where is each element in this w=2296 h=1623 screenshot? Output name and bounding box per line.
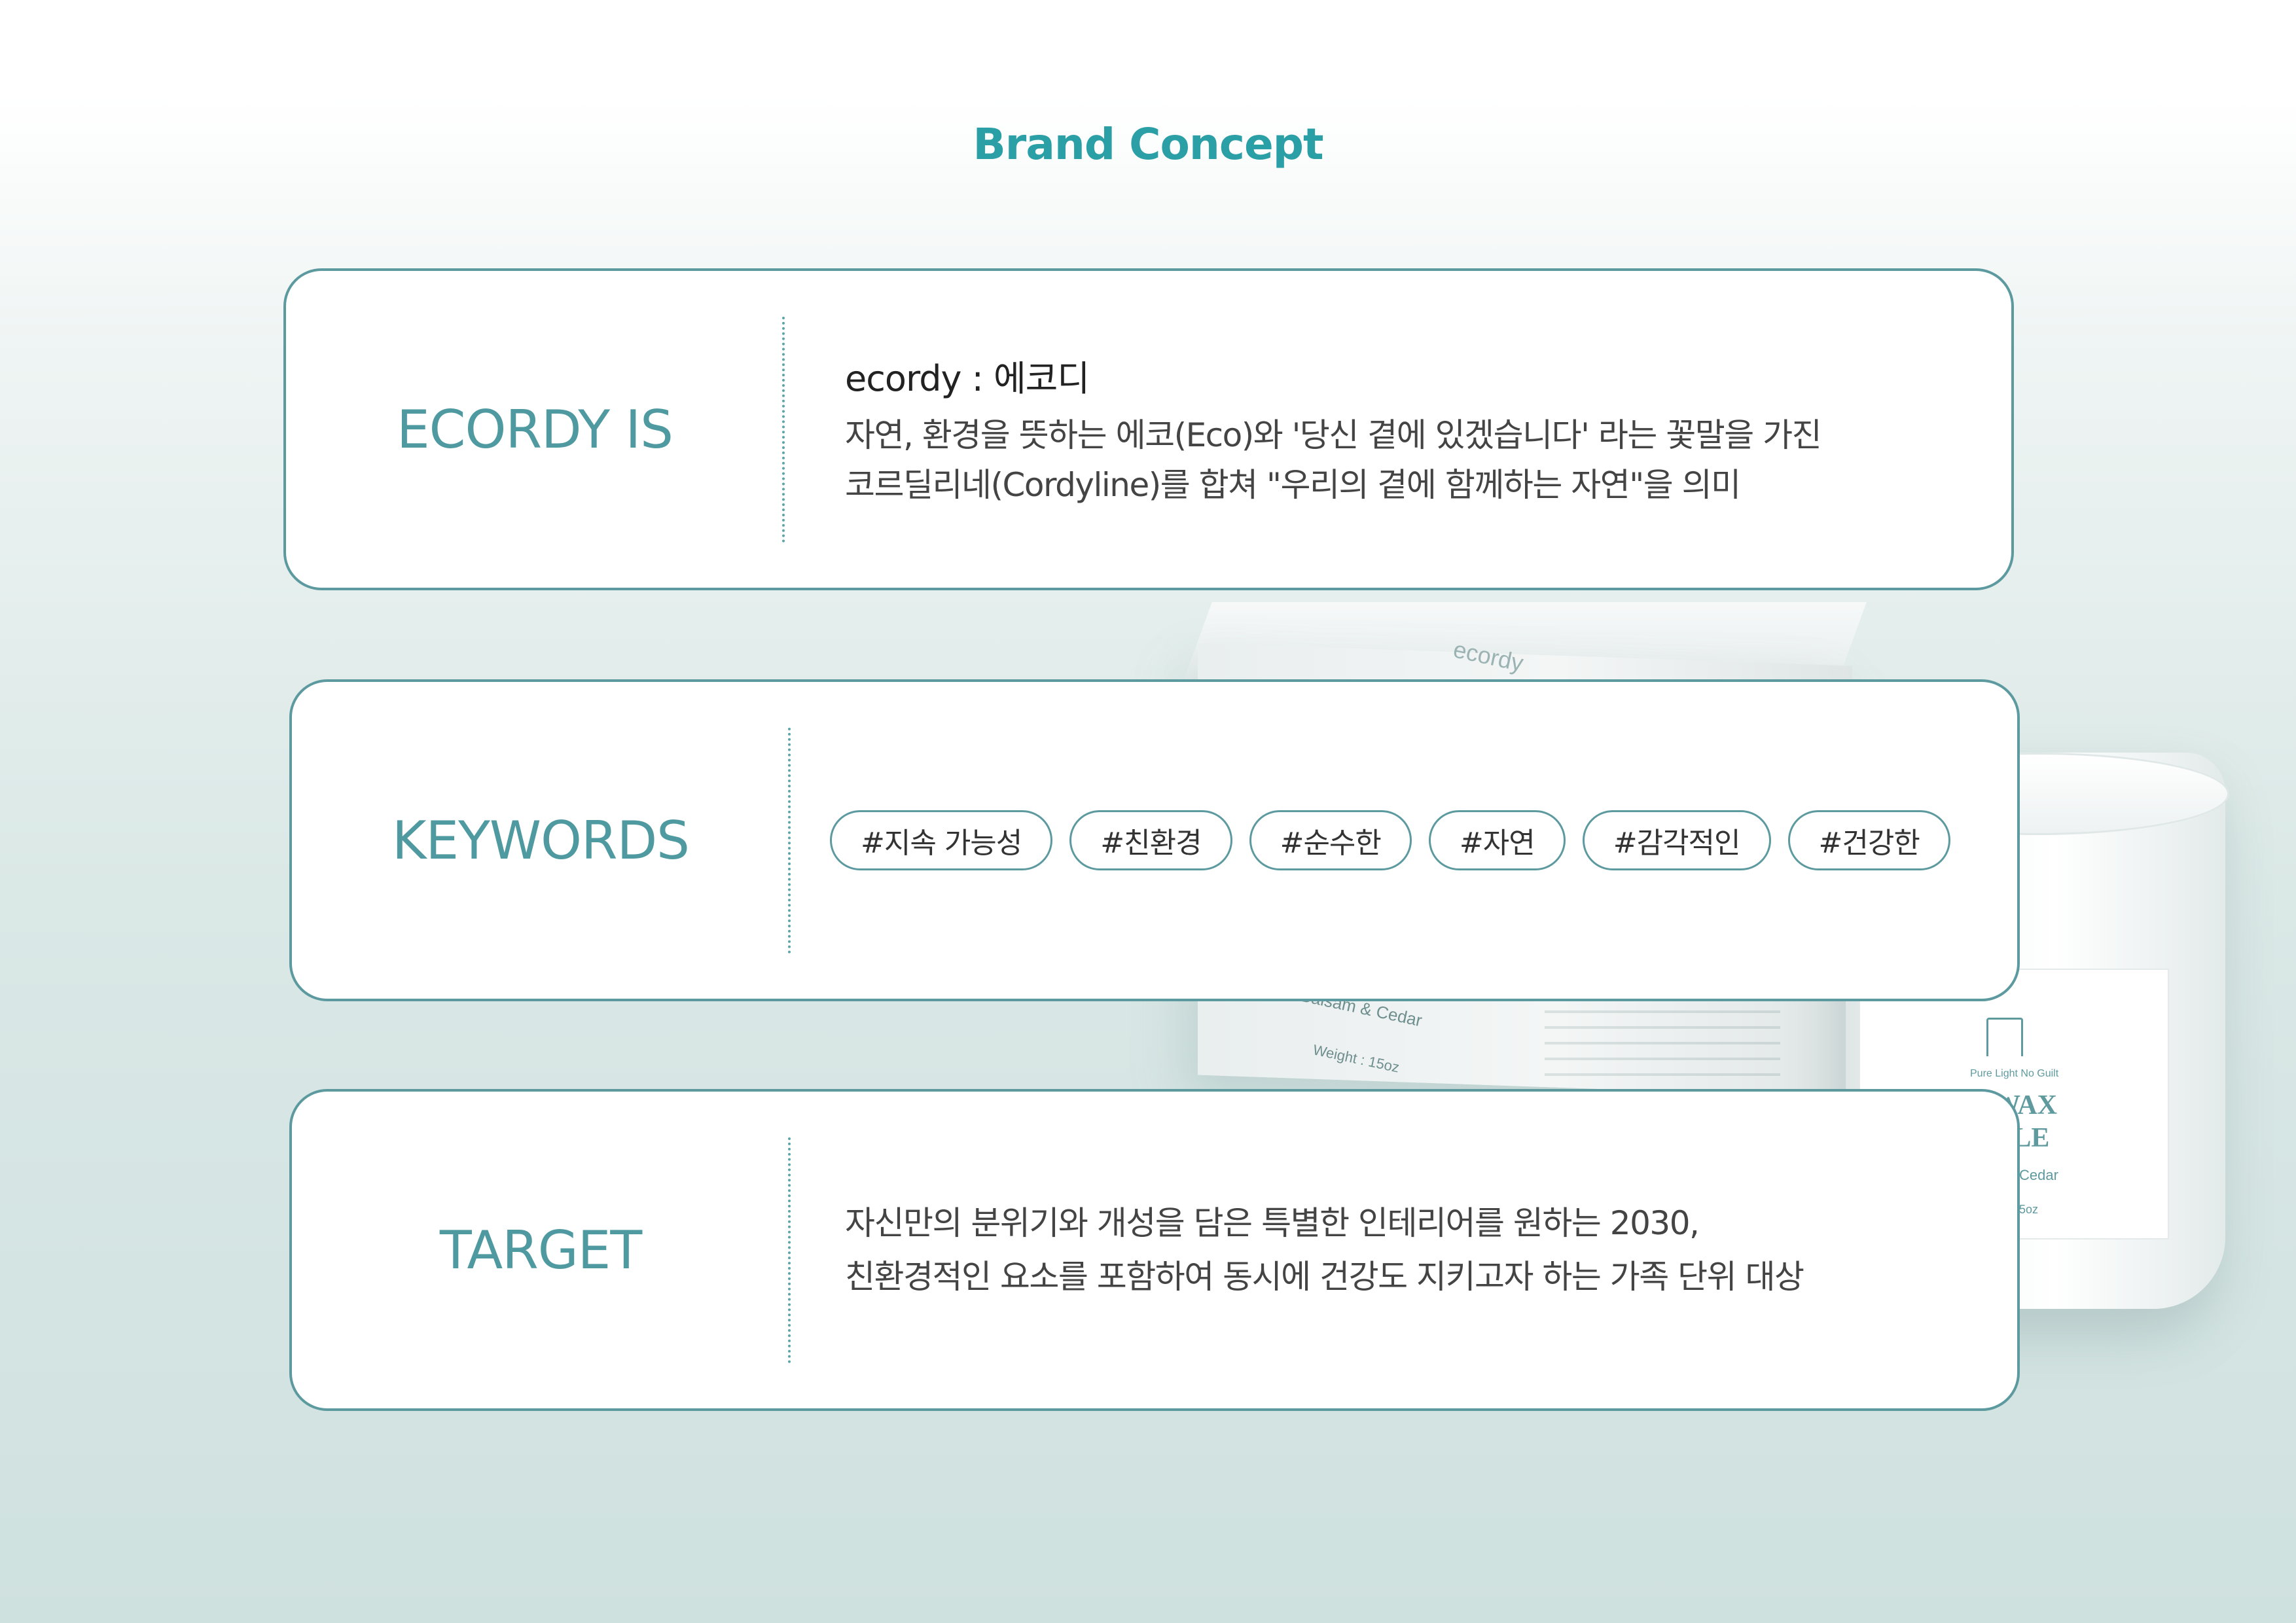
keywords-body: #지속 가능성 #친환경 #순수한 #자연 #감각적인 #건강한	[830, 682, 1978, 999]
brand-name-title: ecordy : 에코디	[845, 357, 1090, 399]
keyword-chip: #건강한	[1787, 810, 1950, 870]
keyword-chip: #감각적인	[1582, 810, 1771, 870]
card-divider	[782, 317, 785, 543]
page-title: Brand Concept	[973, 119, 1323, 169]
ecordy-is-card: ECORDY IS ecordy : 에코디 자연, 환경을 뜻하는 에코(Ec…	[283, 268, 2014, 590]
keyword-chip: #친환경	[1069, 810, 1232, 870]
leaf-logo-icon	[1986, 1018, 2023, 1056]
keyword-chip: #자연	[1428, 810, 1566, 870]
target-heading: TARGET	[439, 1219, 642, 1281]
keywords-card: KEYWORDS #지속 가능성 #친환경 #순수한 #자연 #감각적인 #건강…	[289, 679, 2020, 1001]
box-fine-print	[1545, 995, 1780, 1093]
keywords-heading: KEYWORDS	[392, 810, 690, 871]
keyword-chip: #지속 가능성	[830, 810, 1053, 870]
brand-description-line-2: 코르딜리네(Cordyline)를 합쳐 "우리의 곁에 함께하는 자연"을 의…	[845, 465, 1741, 504]
keyword-list: #지속 가능성 #친환경 #순수한 #자연 #감각적인 #건강한	[830, 810, 1978, 870]
ecordy-is-body: ecordy : 에코디 자연, 환경을 뜻하는 에코(Eco)와 '당신 곁에…	[845, 271, 1972, 588]
jar-tagline: Pure Light No Guilt	[1970, 1068, 2059, 1079]
target-description-line-1: 자신만의 분위기와 개성을 담은 특별한 인테리어를 원하는 2030,	[845, 1204, 1700, 1242]
jar-scent-text: Cedar	[2019, 1167, 2058, 1183]
card-divider	[788, 1137, 791, 1363]
card-divider	[788, 728, 791, 954]
brand-description-line-1: 자연, 환경을 뜻하는 에코(Eco)와 '당신 곁에 있겠습니다' 라는 꽃말…	[845, 416, 1822, 454]
ecordy-is-heading: ECORDY IS	[397, 399, 673, 460]
target-body: 자신만의 분위기와 개성을 담은 특별한 인테리어를 원하는 2030, 친환경…	[845, 1092, 1978, 1408]
target-card: TARGET 자신만의 분위기와 개성을 담은 특별한 인테리어를 원하는 20…	[289, 1089, 2020, 1411]
keyword-chip: #순수한	[1249, 810, 1412, 870]
target-description-line-2: 친환경적인 요소를 포함하여 동시에 건강도 지키고자 하는 가족 단위 대상	[845, 1258, 1804, 1296]
